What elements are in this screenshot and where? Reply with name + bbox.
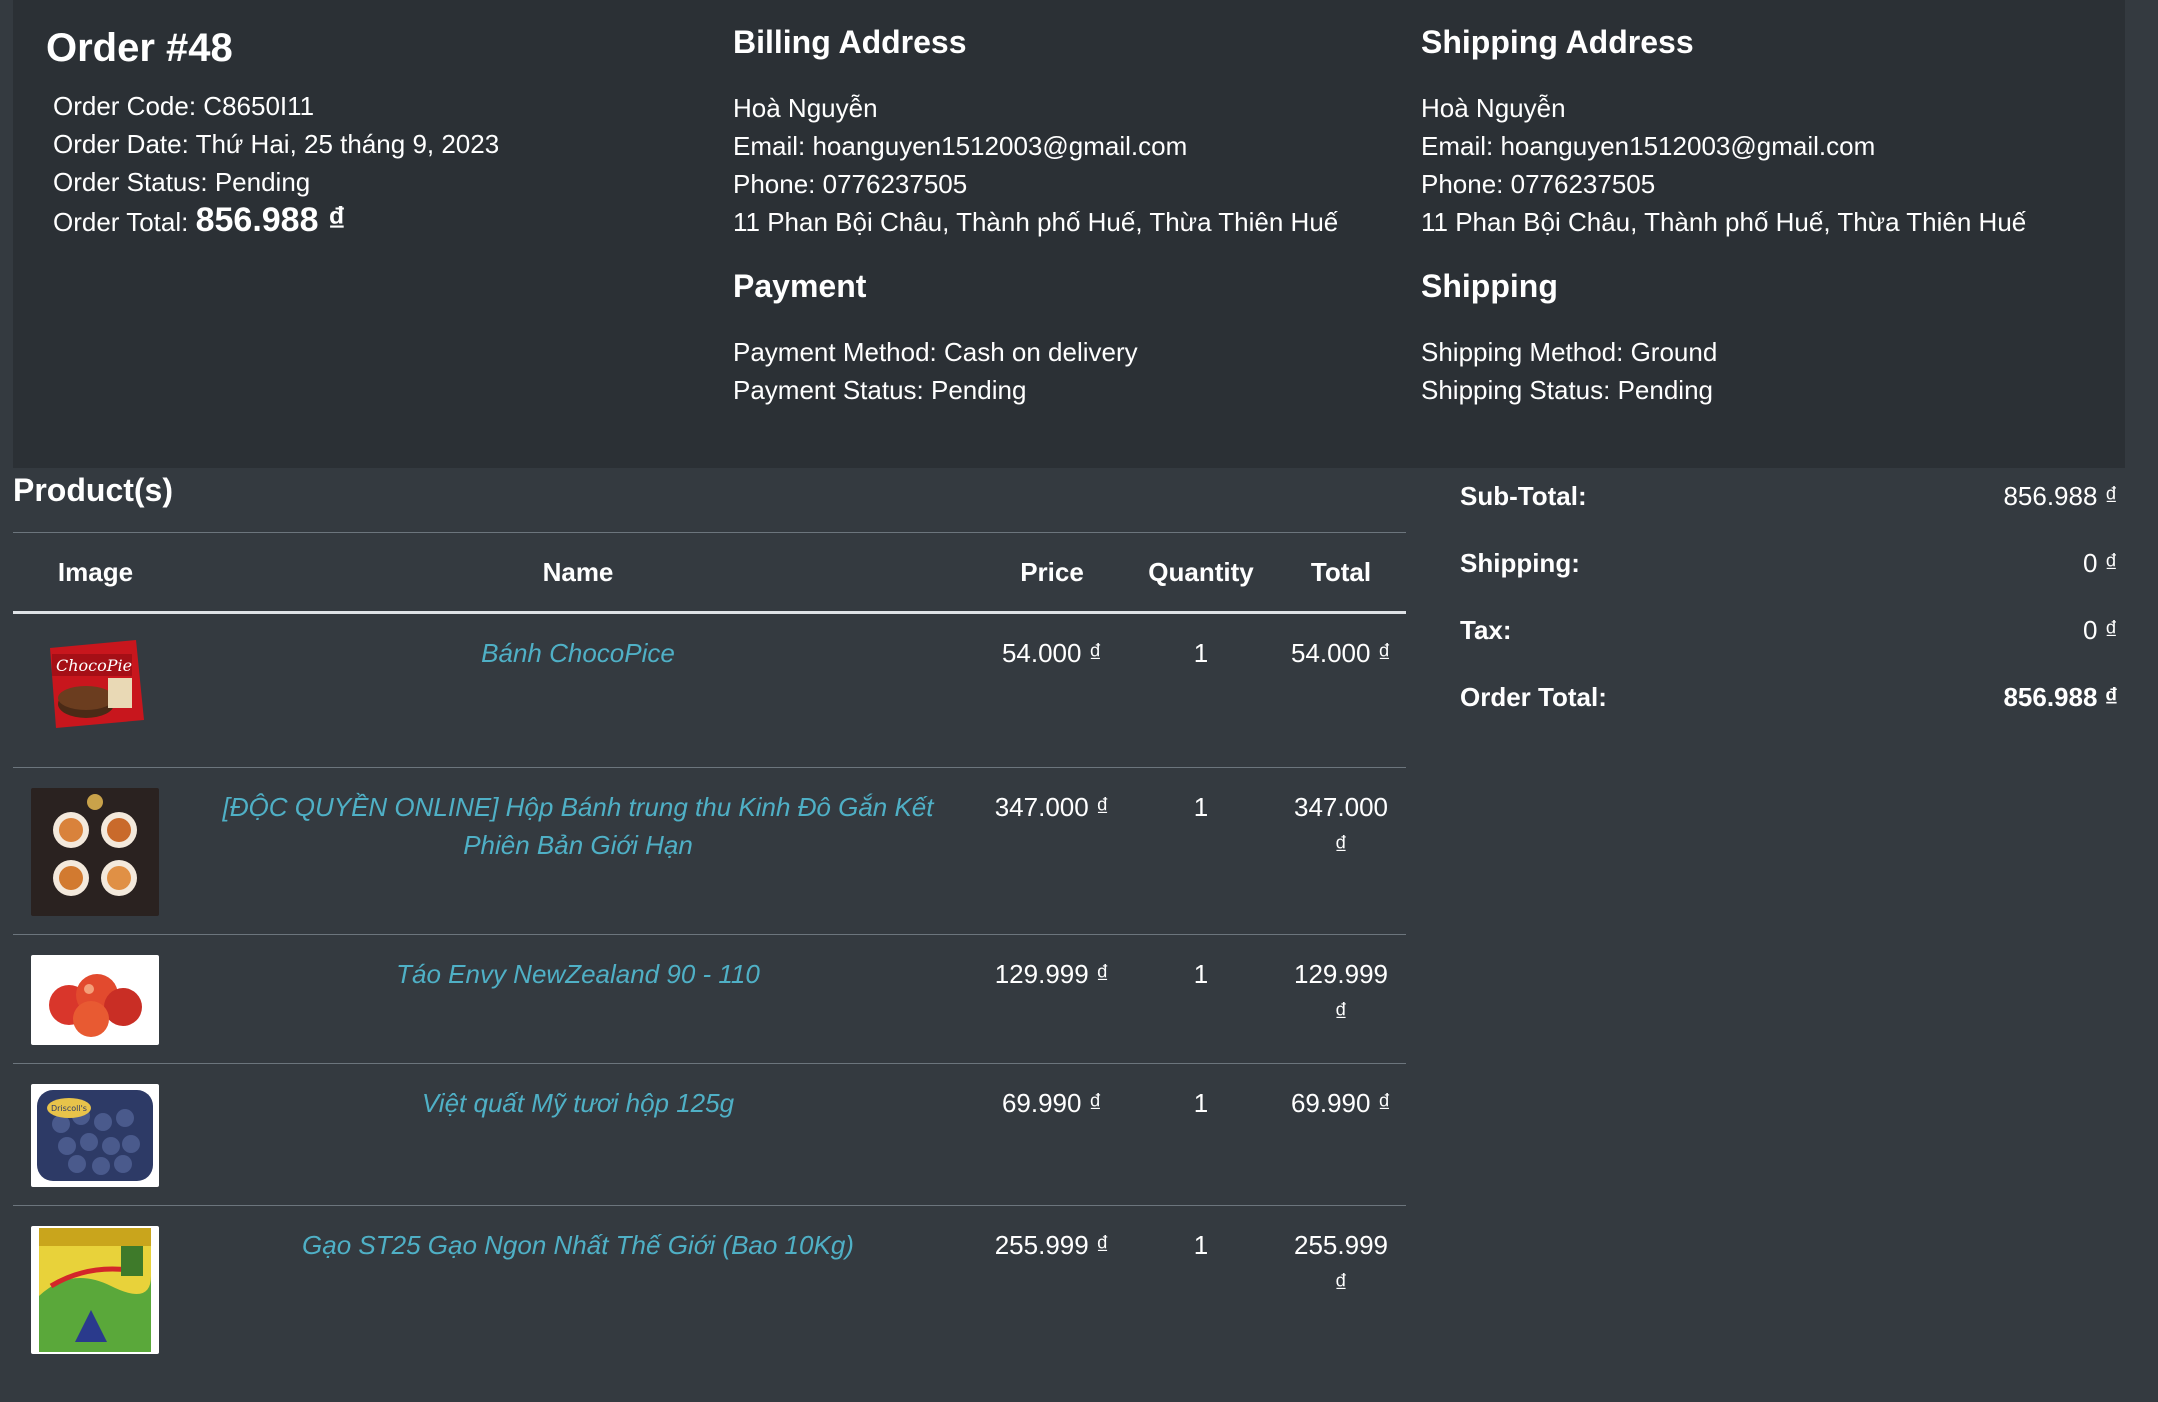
billing-address: Hoà Nguyễn Email: hoanguyen1512003@gmail… [733, 89, 1338, 241]
column-header-name: Name [178, 532, 978, 614]
product-total-cell: 54.000 ₫ [1276, 612, 1406, 768]
products-table: Image Name Price Quantity Total ChocoPie [13, 532, 1406, 1366]
apple-image[interactable] [31, 955, 159, 1045]
product-image-cell [13, 934, 178, 1064]
payment-info: Payment Method: Cash on delivery Payment… [733, 333, 1138, 409]
order-title: Order #48 [46, 26, 233, 70]
product-name-cell: Táo Envy NewZealand 90 - 110 [178, 934, 978, 1064]
column-header-quantity: Quantity [1126, 532, 1276, 614]
table-row: Gạo ST25 Gạo Ngon Nhất Thế Giới (Bao 10K… [13, 1206, 1406, 1366]
summary-total-value: 856.988 ₫ [2003, 682, 2118, 712]
svg-text:Driscoll's: Driscoll's [51, 1104, 87, 1113]
shipping-address: Hoà Nguyễn Email: hoanguyen1512003@gmail… [1421, 89, 2026, 241]
table-row: Driscoll's Việt quất Mỹ tươi hộp 125g 69… [13, 1063, 1406, 1206]
shipping-cost-value: 0 ₫ [2082, 548, 2118, 578]
payment-heading: Payment [733, 268, 867, 304]
blueberry-box-image[interactable]: Driscoll's [31, 1084, 159, 1187]
shipping-heading: Shipping [1421, 268, 1558, 304]
product-name-cell: Việt quất Mỹ tươi hộp 125g [178, 1063, 978, 1206]
product-link[interactable]: Gạo ST25 Gạo Ngon Nhất Thế Giới (Bao 10K… [302, 1230, 854, 1260]
shipping-street: 11 Phan Bội Châu, Thành phố Huế, Thừa Th… [1421, 207, 2027, 237]
summary-tax: Tax: 0 ₫ [1460, 610, 2118, 650]
table-header-row: Image Name Price Quantity Total [13, 532, 1406, 614]
product-price-cell: 129.999 ₫ [978, 934, 1126, 1064]
product-quantity-cell: 1 [1126, 934, 1276, 1064]
product-price-cell: 69.990 ₫ [978, 1063, 1126, 1206]
product-price-cell: 255.999 ₫ [994, 1230, 1110, 1260]
column-header-image: Image [13, 532, 178, 614]
product-link[interactable]: [ĐỘC QUYỀN ONLINE] Hộp Bánh trung thu Ki… [223, 792, 934, 860]
product-name-cell: Bánh ChocoPice [178, 612, 978, 768]
mooncake-box-image[interactable] [31, 788, 159, 916]
order-date: Order Date: Thứ Hai, 25 tháng 9, 2023 [53, 129, 500, 159]
chocopie-box-image[interactable]: ChocoPie [44, 634, 147, 732]
column-header-price: Price [978, 532, 1126, 614]
payment-method: Payment Method: Cash on delivery [733, 337, 1138, 367]
shipping-cost-label: Shipping: [1460, 548, 1580, 578]
table-row: [ĐỘC QUYỀN ONLINE] Hộp Bánh trung thu Ki… [13, 767, 1406, 935]
product-link[interactable]: Bánh ChocoPice [481, 638, 675, 668]
billing-street: 11 Phan Bội Châu, Thành phố Huế, Thừa Th… [733, 207, 1339, 237]
shipping-address-heading: Shipping Address [1421, 24, 1694, 60]
product-total-cell: 129.999 ₫ [1276, 934, 1406, 1064]
table-row: Táo Envy NewZealand 90 - 110 129.999 ₫ 1… [13, 934, 1406, 1064]
shipping-status: Shipping Status: Pending [1421, 375, 1713, 405]
product-quantity-cell: 1 [1126, 767, 1276, 935]
shipping-method: Shipping Method: Ground [1421, 337, 1718, 367]
summary-shipping: Shipping: 0 ₫ [1460, 543, 2118, 583]
column-header-total: Total [1276, 532, 1406, 614]
summary-order-total: Order Total: 856.988 ₫ [1460, 677, 2118, 717]
billing-phone: Phone: 0776237505 [733, 169, 968, 199]
shipping-email: Email: hoanguyen1512003@gmail.com [1421, 131, 1876, 161]
order-total: Order Total: 856.988 ₫ [53, 201, 499, 239]
product-name-cell: [ĐỘC QUYỀN ONLINE] Hộp Bánh trung thu Ki… [178, 767, 978, 935]
subtotal-label: Sub-Total: [1460, 481, 1587, 511]
summary-total-label: Order Total: [1460, 682, 1607, 712]
svg-text:ChocoPie: ChocoPie [56, 656, 132, 675]
product-price-cell: 54.000 ₫ [978, 612, 1126, 768]
order-total-value: 856.988 ₫ [195, 201, 346, 239]
tax-value: 0 ₫ [2082, 615, 2118, 645]
order-total-label: Order Total: [53, 207, 189, 237]
shipping-info: Shipping Method: Ground Shipping Status:… [1421, 333, 1717, 409]
product-image-cell [13, 767, 178, 935]
tax-label: Tax: [1460, 615, 1512, 645]
product-total-cell: 347.000 ₫ [1276, 767, 1406, 935]
product-total-cell: 69.990 ₫ [1276, 1063, 1406, 1206]
product-link[interactable]: Việt quất Mỹ tươi hộp 125g [422, 1088, 734, 1118]
product-total-cell: 255.999 ₫ [1294, 1230, 1388, 1298]
product-image-cell: ChocoPie [13, 612, 178, 768]
shipping-name: Hoà Nguyễn [1421, 93, 1566, 123]
product-image-cell: Driscoll's [13, 1063, 178, 1206]
billing-name: Hoà Nguyễn [733, 93, 878, 123]
product-link[interactable]: Táo Envy NewZealand 90 - 110 [396, 959, 760, 989]
billing-email: Email: hoanguyen1512003@gmail.com [733, 131, 1188, 161]
payment-status: Payment Status: Pending [733, 375, 1027, 405]
summary-subtotal: Sub-Total: 856.988 ₫ [1460, 476, 2118, 516]
product-quantity-cell: 1 [1126, 1063, 1276, 1206]
order-code: Order Code: C8650I11 [53, 91, 315, 121]
rice-bag-image[interactable] [31, 1226, 159, 1354]
products-heading: Product(s) [13, 472, 173, 508]
order-info-panel: Order #48 Order Code: C8650I11 Order Dat… [13, 0, 2125, 468]
product-name-cell: Gạo ST25 Gạo Ngon Nhất Thế Giới (Bao 10K… [178, 1206, 978, 1366]
product-quantity-cell: 1 [1193, 1230, 1209, 1260]
product-price-cell: 347.000 ₫ [978, 767, 1126, 935]
order-status: Order Status: Pending [53, 167, 311, 197]
product-quantity-cell: 1 [1126, 612, 1276, 768]
billing-heading: Billing Address [733, 24, 967, 60]
product-image-cell [13, 1206, 178, 1366]
table-row: ChocoPie Bánh ChocoPice 54.000 ₫ 1 54.00… [13, 612, 1406, 768]
subtotal-value: 856.988 ₫ [2003, 481, 2118, 511]
shipping-phone: Phone: 0776237505 [1421, 169, 1656, 199]
